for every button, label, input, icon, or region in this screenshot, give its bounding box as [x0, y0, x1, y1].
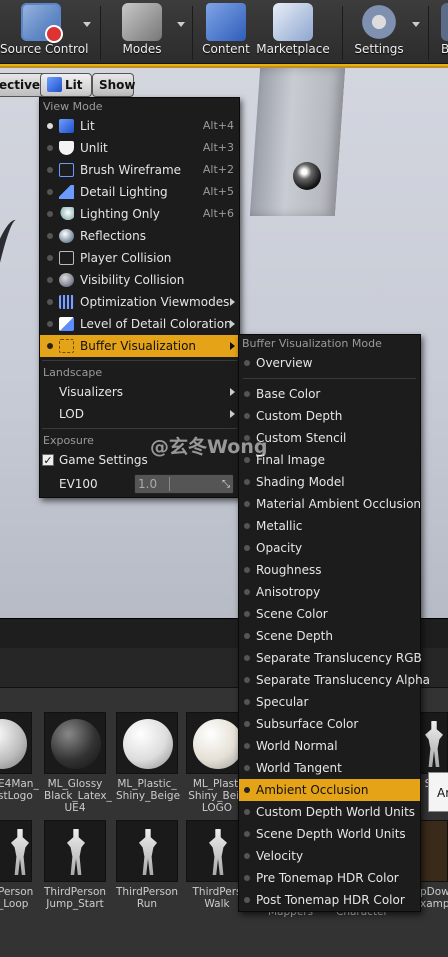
view-mode-item-reflections[interactable]: Reflections: [40, 225, 239, 247]
view-mode-item-brush-wireframe[interactable]: Brush Wireframe Alt+2: [40, 159, 239, 181]
buffer-item-custom-depth[interactable]: Custom Depth: [239, 405, 420, 427]
pillar-mesh: [249, 68, 346, 216]
buffer-visualization-header: Buffer Visualization Mode: [242, 337, 382, 350]
settings-icon: [359, 3, 399, 41]
buffer-item-world-normal[interactable]: World Normal: [239, 735, 420, 757]
ev100-row: EV100 1.0 ⤡: [40, 471, 239, 497]
buffer-item-separate-translucency-rgb[interactable]: Separate Translucency RGB: [239, 647, 422, 669]
buffer-item-custom-depth-world-units[interactable]: Custom Depth World Units: [239, 801, 420, 823]
buffer-item-ambient-occlusion[interactable]: Ambient Occlusion: [239, 779, 420, 801]
view-mode-item-player-collision[interactable]: Player Collision: [40, 247, 239, 269]
unlit-shield-icon: [59, 141, 74, 155]
buffer-item-post-tonemap-hdr-color[interactable]: Post Tonemap HDR Color: [239, 889, 420, 911]
view-mode-item-unlit[interactable]: Unlit Alt+3: [40, 137, 239, 159]
exposure-header: Exposure: [43, 434, 94, 447]
asset-tile[interactable]: ML_Glossy Black_Latex_ UE4: [44, 712, 112, 814]
submenu-arrow-icon: [230, 410, 235, 418]
buffer-item-separate-translucency-alpha[interactable]: Separate Translucency Alpha: [239, 669, 430, 691]
player-collision-icon: [59, 251, 74, 265]
submenu-arrow-icon: [230, 342, 235, 350]
view-mode-item-buffer-visualization[interactable]: Buffer Visualization: [40, 335, 239, 357]
resize-icon: ⤡: [222, 479, 230, 490]
landscape-lod-item[interactable]: LOD: [40, 403, 239, 425]
source-control-button[interactable]: Source Control: [0, 0, 88, 64]
buffer-item-shading-model[interactable]: Shading Model: [239, 471, 420, 493]
wireframe-cube-icon: [59, 163, 74, 177]
buffer-item-base-color[interactable]: Base Color: [239, 383, 420, 405]
show-button[interactable]: Show: [92, 73, 136, 97]
lit-cube-icon: [47, 77, 62, 92]
modes-button[interactable]: Modes: [104, 0, 180, 64]
buffer-items-list: Base Color Custom Depth Custom Stencil Fina…: [239, 383, 430, 911]
source-control-dropdown-arrow[interactable]: [83, 22, 91, 27]
content-icon: [206, 3, 246, 41]
visibility-collision-icon: [59, 273, 74, 287]
buffer-item-metallic[interactable]: Metallic: [239, 515, 420, 537]
buffer-item-specular[interactable]: Specular: [239, 691, 420, 713]
landscape-visualizers-item[interactable]: Visualizers: [40, 381, 239, 403]
buffer-item-scene-depth[interactable]: Scene Depth: [239, 625, 420, 647]
buffer-item-custom-stencil[interactable]: Custom Stencil: [239, 427, 420, 449]
tooltip: Ar: [428, 772, 448, 812]
buffer-item-velocity[interactable]: Velocity: [239, 845, 420, 867]
view-mode-item-lod-coloration[interactable]: Level of Detail Coloration: [40, 313, 239, 335]
lighting-only-icon: [59, 207, 74, 221]
modes-icon: [122, 3, 162, 41]
checkbox-checked-icon: ✓: [42, 454, 54, 467]
submenu-arrow-icon: [230, 388, 235, 396]
view-mode-item-lighting-only[interactable]: Lighting Only Alt+6: [40, 203, 239, 225]
buffer-visualization-menu: Buffer Visualization Mode Overview Base …: [238, 334, 430, 912]
buffer-visualization-icon: [59, 339, 74, 353]
asset-tile[interactable]: ThirdPerson Run: [116, 820, 178, 910]
content-button[interactable]: Content: [196, 0, 256, 64]
buffer-item-scene-color[interactable]: Scene Color: [239, 603, 420, 625]
view-mode-item-optimization-viewmodes[interactable]: Optimization Viewmodes: [40, 291, 239, 313]
asset-tile[interactable]: ML_Plastic_ Shiny_Beige: [116, 712, 180, 802]
reflections-sphere-icon: [59, 229, 74, 243]
buffer-item-pre-tonemap-hdr-color[interactable]: Pre Tonemap HDR Color: [239, 867, 420, 889]
source-control-icon: [21, 3, 63, 43]
settings-dropdown-arrow[interactable]: [412, 22, 420, 27]
buffer-item-final-image[interactable]: Final Image: [239, 449, 420, 471]
buffer-item-anisotropy[interactable]: Anisotropy: [239, 581, 420, 603]
build-button[interactable]: B: [432, 0, 448, 64]
view-mode-menu: View Mode Lit Alt+4 Unlit Alt+3 Brush Wire…: [39, 97, 240, 498]
ev100-input[interactable]: 1.0 ⤡: [134, 474, 234, 494]
view-mode-button[interactable]: Lit: [40, 73, 92, 97]
main-toolbar: Source Control Modes Content Marketplace…: [0, 0, 448, 64]
buffer-item-material-ambient-occlusion[interactable]: Material Ambient Occlusion: [239, 493, 421, 515]
submenu-arrow-icon: [230, 298, 235, 306]
asset-tile[interactable]: Person _Loop: [0, 820, 33, 910]
view-mode-item-visibility-collision[interactable]: Visibility Collision: [40, 269, 239, 291]
marketplace-button[interactable]: Marketplace: [256, 0, 330, 64]
game-settings-checkbox[interactable]: ✓ Game Settings: [40, 449, 239, 471]
submenu-arrow-icon: [230, 320, 235, 328]
reflection-sphere: [293, 162, 321, 190]
asset-tile[interactable]: E4Man_ stLogo: [0, 712, 39, 802]
buffer-item-world-tangent[interactable]: World Tangent: [239, 757, 420, 779]
marketplace-icon: [273, 3, 313, 41]
optimization-icon: [59, 295, 74, 309]
buffer-item-opacity[interactable]: Opacity: [239, 537, 420, 559]
landscape-header: Landscape: [43, 366, 103, 379]
asset-tile[interactable]: pDow xample: [420, 820, 448, 910]
lit-cube-icon: [59, 119, 74, 133]
lod-coloration-icon: [59, 317, 74, 331]
modes-dropdown-arrow[interactable]: [177, 22, 185, 27]
buffer-item-scene-depth-world-units[interactable]: Scene Depth World Units: [239, 823, 420, 845]
settings-button[interactable]: Settings: [346, 0, 412, 64]
buffer-item-overview[interactable]: Overview: [239, 352, 420, 374]
view-mode-item-detail-lighting[interactable]: Detail Lighting Alt+5: [40, 181, 239, 203]
build-icon: [441, 3, 448, 41]
view-mode-item-lit[interactable]: Lit Alt+4: [40, 115, 239, 137]
buffer-item-subsurface-color[interactable]: Subsurface Color: [239, 713, 420, 735]
detail-lighting-icon: [59, 185, 74, 199]
view-mode-header: View Mode: [43, 100, 103, 113]
buffer-item-roughness[interactable]: Roughness: [239, 559, 420, 581]
asset-tile[interactable]: ThirdPerson Jump_Start: [44, 820, 106, 910]
